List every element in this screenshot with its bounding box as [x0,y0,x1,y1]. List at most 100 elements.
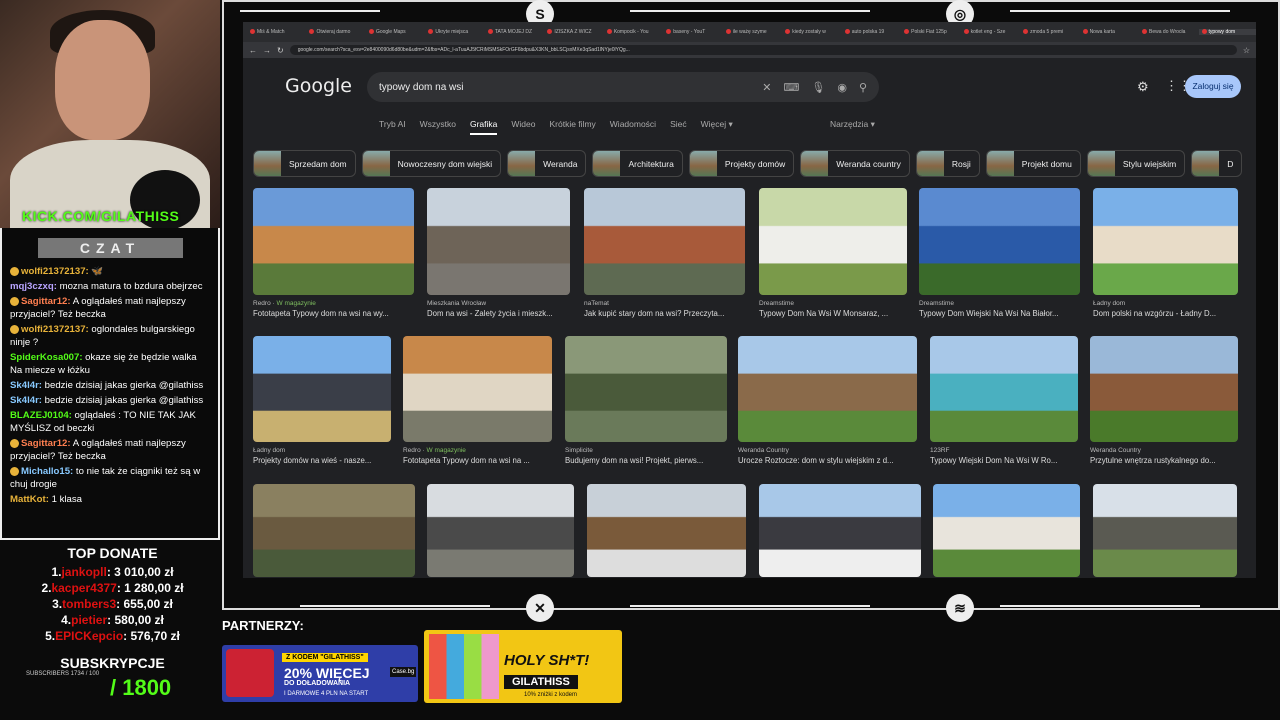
image-result[interactable]: Weranda Country Przytulne wnętrza rustyka… [1090,336,1238,465]
result-caption[interactable]: Projekty domów na wieś - nasze... [253,456,391,465]
result-image[interactable] [1090,336,1238,442]
chat-username[interactable]: wolfi21372137: [21,266,89,277]
browser-tab[interactable]: baseny - YouT [663,29,720,35]
result-caption[interactable]: Typowy Wiejski Dom Na Wsi W Ro... [930,456,1078,465]
browser-tab[interactable]: Ukryte miejsca [425,29,482,35]
lens-icon[interactable]: ◉ [837,81,847,94]
result-image[interactable] [1093,484,1237,577]
image-result[interactable] [1093,484,1237,577]
chat-username[interactable]: MattKot: [10,494,49,505]
result-caption[interactable]: Typowy Dom Na Wsi W Monsaraz, ... [759,309,907,318]
chat-username[interactable]: wolfi21372137: [21,324,89,335]
image-result[interactable]: Redro · W magazynie Fototapeta Typowy dom… [253,188,414,318]
result-caption[interactable]: Dom na wsi - Zalety życia i mieszk... [427,309,570,318]
related-chip[interactable]: Nowoczesny dom wiejski [361,150,502,177]
tab-wszystko[interactable]: Wszystko [420,119,456,135]
result-image[interactable] [565,336,727,442]
browser-tab[interactable]: Kompocik - You [604,29,661,35]
related-chip[interactable]: D [1191,150,1243,177]
login-button[interactable]: Zaloguj się [1185,75,1241,98]
gear-icon[interactable]: ⚙ [1137,79,1149,95]
related-chip[interactable]: Projekty domów [688,150,795,177]
back-icon[interactable]: ← [249,46,257,55]
browser-tab[interactable]: typowy dom [1198,29,1256,35]
holy-ad[interactable]: HOLY SH*T! GILATHISS 10% zniżki z kodem [424,630,622,703]
browser-tab[interactable]: Otwieraj darmo [306,29,363,35]
result-caption[interactable]: Budujemy dom na wsi! Projekt, pierws... [565,456,727,465]
image-result[interactable] [587,484,746,577]
chat-username[interactable]: SpiderKosa007: [10,352,83,363]
image-result[interactable] [933,484,1080,577]
image-result[interactable]: Dreamstime Typowy Dom Na Wsi W Monsaraz, … [759,188,907,318]
result-caption[interactable]: Jak kupić stary dom na wsi? Przeczyta... [584,309,745,318]
result-image[interactable] [427,484,574,577]
browser-tab[interactable]: TATA MOJEJ DZ [485,29,542,35]
result-image[interactable] [587,484,746,577]
result-caption[interactable]: Fototapeta Typowy dom na wsi na wy... [253,309,414,318]
tab-wideo[interactable]: Wideo [511,119,535,135]
related-chip[interactable]: Rosji [915,150,980,177]
image-result[interactable]: Mieszkania Wrocław Dom na wsi - Zalety ży… [427,188,570,318]
image-result[interactable]: Ładny dom Projekty domów na wieś - nasze.… [253,336,391,465]
chat-username[interactable]: mqj3czxq: [10,281,57,292]
related-chip[interactable]: Weranda [507,150,587,177]
image-result[interactable]: Weranda Country Urocze Roztocze: dom w st… [738,336,917,465]
related-chip[interactable]: Stylu wiejskim [1086,150,1186,177]
image-result[interactable]: Ładny dom Dom polski na wzgórzu - Ładny D… [1093,188,1238,318]
browser-tab[interactable]: Polski Fiat 125p [901,29,958,35]
result-image[interactable] [253,188,414,295]
related-chip[interactable]: Weranda country [800,150,910,177]
image-result[interactable]: 123RF Typowy Wiejski Dom Na Wsi W Ro... [930,336,1078,465]
url-field[interactable]: google.com/search?sca_esv=2e8400090d6d80… [289,45,1237,55]
tab-wiadomości[interactable]: Wiadomości [610,119,656,135]
image-result[interactable] [759,484,921,577]
result-image[interactable] [759,484,921,577]
tab-tryb-ai[interactable]: Tryb AI [379,119,406,135]
related-chip[interactable]: Architektura [592,150,683,177]
browser-tab[interactable]: Nowa karta [1080,29,1137,35]
mic-icon[interactable]: 🎙 [811,81,825,94]
chat-username[interactable]: Sagittar12: [21,438,71,449]
keyboard-icon[interactable]: ⌨ [783,81,799,94]
result-image[interactable] [403,336,552,442]
google-logo[interactable]: Google [285,75,352,97]
chat-username[interactable]: Michallo15: [21,466,73,477]
tab-krótkie-filmy[interactable]: Krótkie filmy [549,119,595,135]
clear-icon[interactable]: ✕ [762,81,771,94]
browser-tab[interactable]: zmoda 5 premi [1020,29,1077,35]
image-result[interactable]: Dreamstime Typowy Dom Wiejski Na Wsi Na B… [919,188,1080,318]
image-result[interactable]: Redro · W magazynie Fototapeta Typowy dom… [403,336,552,465]
search-box[interactable]: ✕ ⌨ 🎙 ◉ ⚲ [367,72,879,102]
tab-grafika[interactable]: Grafika [469,119,498,135]
tab-więcej-[interactable]: Więcej ▾ [701,119,733,135]
tools-menu[interactable]: Narzędzia ▾ [830,119,875,130]
tab-sieć[interactable]: Sieć [670,119,687,135]
reload-icon[interactable]: ↻ [277,46,284,55]
result-image[interactable] [919,188,1080,295]
browser-tab[interactable]: Bewa do Wrocła [1139,29,1196,35]
browser-tab[interactable]: kiedy zostały w [782,29,839,35]
browser-tab[interactable]: kotlet eng - Sze [961,29,1018,35]
result-caption[interactable]: Typowy Dom Wiejski Na Wsi Na Białor... [919,309,1080,318]
image-result[interactable] [253,484,415,577]
search-icon[interactable]: ⚲ [859,81,867,94]
result-caption[interactable]: Dom polski na wzgórzu - Ładny D... [1093,309,1238,318]
casebg-ad[interactable]: Z KODEM "GILATHISS" 20% WIĘCEJ DO DOŁADO… [222,645,418,702]
bookmark-icon[interactable]: ☆ [1243,46,1250,55]
result-image[interactable] [930,336,1078,442]
result-image[interactable] [1093,188,1238,295]
result-image[interactable] [933,484,1080,577]
browser-tab[interactable]: Google Maps [366,29,423,35]
result-image[interactable] [759,188,907,295]
result-caption[interactable]: Urocze Roztocze: dom w stylu wiejskim z … [738,456,917,465]
search-input[interactable] [379,81,751,93]
chat-username[interactable]: Sk4l4r: [10,380,42,391]
result-image[interactable] [738,336,917,442]
result-image[interactable] [253,336,391,442]
image-result[interactable]: Simplicite Budujemy dom na wsi! Projekt, … [565,336,727,465]
result-image[interactable] [427,188,570,295]
result-caption[interactable]: Przytulne wnętrza rustykalnego do... [1090,456,1238,465]
image-result[interactable]: naTemat Jak kupić stary dom na wsi? Przec… [584,188,745,318]
browser-tab[interactable]: ile ważę szyme [723,29,780,35]
forward-icon[interactable]: → [263,46,271,55]
